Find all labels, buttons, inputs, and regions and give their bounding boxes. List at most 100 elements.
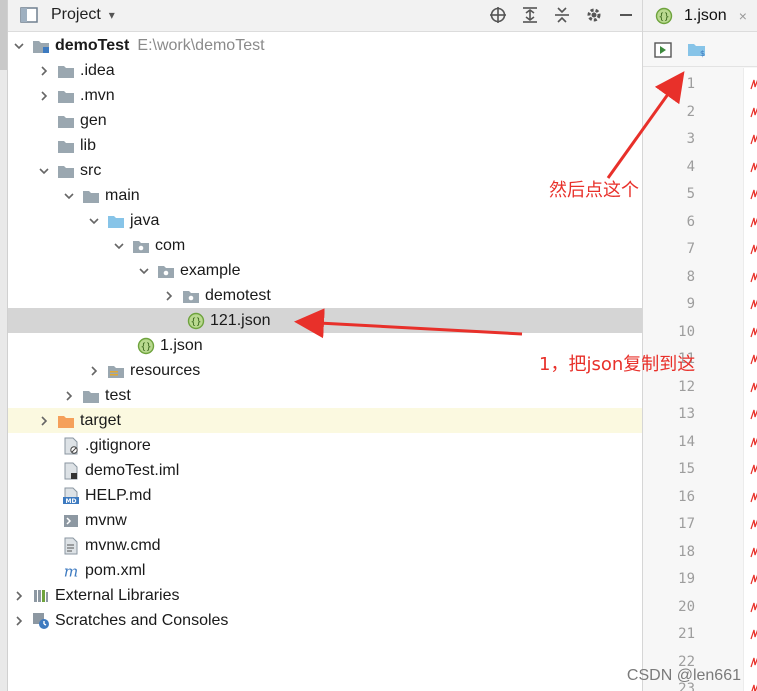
hide-panel-icon[interactable] bbox=[616, 5, 636, 25]
chevron-right-icon[interactable] bbox=[37, 89, 51, 103]
package-icon bbox=[132, 237, 150, 255]
tree-label: mvnw bbox=[85, 511, 127, 529]
tree-row-com[interactable]: com bbox=[8, 233, 642, 258]
tree-label: java bbox=[130, 211, 160, 229]
folder-icon bbox=[57, 137, 75, 155]
tree-label: pom.xml bbox=[85, 561, 146, 579]
tree-row-target[interactable]: target bbox=[8, 408, 642, 433]
chevron-right-icon[interactable] bbox=[62, 389, 76, 403]
tree-row-external-libraries[interactable]: External Libraries bbox=[8, 583, 642, 608]
tree-row-demotest[interactable]: demoTest E:\work\demoTest bbox=[8, 33, 642, 58]
tree-label: main bbox=[105, 186, 140, 204]
package-icon bbox=[182, 287, 200, 305]
tree-label: 121.json bbox=[210, 311, 271, 329]
gear-icon[interactable] bbox=[584, 5, 604, 25]
error-marker-icon bbox=[750, 354, 757, 365]
chevron-down-icon[interactable] bbox=[87, 214, 101, 228]
chevron-down-icon[interactable] bbox=[137, 264, 151, 278]
editor-tab-1-json[interactable]: {} 1.json × bbox=[643, 0, 757, 32]
expand-all-icon[interactable] bbox=[520, 5, 540, 25]
line-number: 12 bbox=[678, 378, 695, 395]
run-preview-icon[interactable] bbox=[653, 40, 673, 60]
error-marker-icon bbox=[750, 189, 757, 200]
chevron-down-icon[interactable] bbox=[112, 239, 126, 253]
tree-label: .gitignore bbox=[85, 436, 151, 454]
locate-icon[interactable] bbox=[488, 5, 508, 25]
code-area[interactable] bbox=[743, 68, 757, 691]
tree-row-pom-xml[interactable]: m pom.xml bbox=[8, 558, 642, 583]
json-file-icon: {} bbox=[137, 337, 155, 355]
svg-text:{}: {} bbox=[141, 342, 152, 352]
tree-row-mvnw-cmd[interactable]: mvnw.cmd bbox=[8, 533, 642, 558]
tree-row-example[interactable]: example bbox=[8, 258, 642, 283]
error-marker-icon bbox=[750, 409, 757, 420]
error-marker-icon bbox=[750, 162, 757, 172]
tree-label: demoTest.iml bbox=[85, 461, 180, 479]
tree-row-test[interactable]: test bbox=[8, 383, 642, 408]
chevron-right-icon[interactable] bbox=[37, 414, 51, 428]
tree-row-gen[interactable]: gen bbox=[8, 108, 642, 133]
tree-row-main[interactable]: main bbox=[8, 183, 642, 208]
error-marker-icon bbox=[750, 272, 757, 282]
tree-row-src[interactable]: src bbox=[8, 158, 642, 183]
tree-row-demotest-package[interactable]: demotest bbox=[8, 283, 642, 308]
line-number: 18 bbox=[678, 543, 695, 560]
folder-icon bbox=[82, 187, 100, 205]
svg-text:{}: {} bbox=[191, 317, 202, 327]
project-view-title: Project bbox=[51, 6, 101, 23]
chevron-right-icon[interactable] bbox=[12, 614, 26, 628]
json-path-icon[interactable]: $ bbox=[687, 40, 707, 60]
error-marker-icon bbox=[750, 437, 757, 447]
left-tool-strip bbox=[0, 0, 8, 691]
tree-row-mvnw[interactable]: mvnw bbox=[8, 508, 642, 533]
error-marker-icon bbox=[750, 134, 757, 145]
tree-row-gitignore[interactable]: .gitignore bbox=[8, 433, 642, 458]
tree-label: lib bbox=[80, 136, 97, 154]
line-number: 10 bbox=[678, 323, 695, 340]
tree-row-121-json[interactable]: {} 121.json bbox=[8, 308, 642, 333]
chevron-right-icon[interactable] bbox=[37, 64, 51, 78]
close-icon[interactable]: × bbox=[739, 8, 747, 24]
line-number: 14 bbox=[678, 433, 695, 450]
tree-row-idea[interactable]: .idea bbox=[8, 58, 642, 83]
project-view-selector[interactable]: Project ▾ bbox=[20, 6, 115, 24]
libraries-icon bbox=[32, 587, 50, 605]
tree-row-help-md[interactable]: MD HELP.md bbox=[8, 483, 642, 508]
chevron-down-icon[interactable] bbox=[62, 189, 76, 203]
chevron-right-icon[interactable] bbox=[87, 364, 101, 378]
error-marker-icon bbox=[750, 574, 757, 585]
chevron-right-icon[interactable] bbox=[162, 289, 176, 303]
svg-text:MD: MD bbox=[66, 498, 77, 505]
error-marker-icon bbox=[750, 217, 757, 227]
resources-folder-icon bbox=[107, 362, 125, 380]
tree-row-scratches[interactable]: Scratches and Consoles bbox=[8, 608, 642, 633]
tree-row-demotest-iml[interactable]: demoTest.iml bbox=[8, 458, 642, 483]
module-folder-icon bbox=[32, 37, 50, 55]
line-number: 9 bbox=[686, 296, 695, 312]
tree-label: target bbox=[80, 411, 121, 429]
annotation-copy-json: 1，把json复制到这 bbox=[539, 354, 696, 375]
tree-row-lib[interactable]: lib bbox=[8, 133, 642, 158]
svg-text:m: m bbox=[64, 562, 79, 580]
source-folder-icon bbox=[107, 212, 125, 230]
error-marker-icon bbox=[750, 657, 757, 667]
tool-strip-tab[interactable] bbox=[0, 0, 7, 70]
folder-icon bbox=[57, 112, 75, 130]
tab-label: 1.json bbox=[684, 6, 727, 24]
line-number: 13 bbox=[678, 406, 695, 422]
tree-row-mvn[interactable]: .mvn bbox=[8, 83, 642, 108]
tree-label: example bbox=[180, 261, 241, 279]
chevron-down-icon[interactable] bbox=[12, 39, 26, 53]
tree-row-java[interactable]: java bbox=[8, 208, 642, 233]
watermark: CSDN @len661 bbox=[626, 667, 741, 684]
error-marker-icon bbox=[750, 79, 757, 90]
tree-label: com bbox=[155, 236, 186, 254]
chevron-right-icon[interactable] bbox=[12, 589, 26, 603]
chevron-down-icon[interactable] bbox=[37, 164, 51, 178]
error-marker-icon bbox=[751, 684, 757, 691]
error-marker-icon bbox=[750, 602, 757, 612]
scratches-icon bbox=[32, 612, 50, 630]
folder-icon bbox=[57, 87, 75, 105]
collapse-all-icon[interactable] bbox=[552, 5, 572, 25]
error-marker-icon bbox=[750, 492, 757, 502]
